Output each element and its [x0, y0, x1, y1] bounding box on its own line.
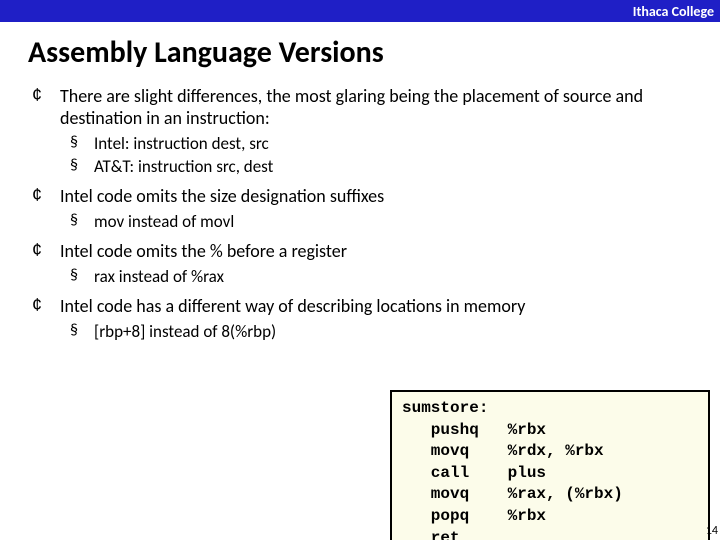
bullet-1: Intel code omits the size designation su… — [28, 185, 700, 232]
code-box: sumstore: pushq %rbx movq %rdx, %rbx cal… — [390, 390, 710, 540]
slide-content: There are slight differences, the most g… — [28, 85, 700, 350]
bullet-0-sub-1: AT&T: instruction src, dest — [70, 156, 700, 177]
slide-title: Assembly Language Versions — [28, 34, 720, 71]
bullet-2-sub-0: rax instead of %rax — [70, 266, 700, 287]
bullet-2-text: Intel code omits the % before a register — [60, 240, 347, 262]
page-number: 14 — [706, 524, 718, 538]
bullet-3-text: Intel code has a different way of descri… — [60, 295, 525, 317]
bullet-3-sub-0: [rbp+8] instead of 8(%rbp) — [70, 321, 700, 342]
institution-label: Ithaca College — [633, 3, 714, 20]
bullet-2: Intel code omits the % before a register… — [28, 240, 700, 287]
bullet-1-sub-0: mov instead of movl — [70, 211, 700, 232]
header-bar: Ithaca College — [0, 0, 720, 22]
bullet-0-text: There are slight differences, the most g… — [60, 85, 643, 129]
bullet-0: There are slight differences, the most g… — [28, 85, 700, 177]
bullet-1-text: Intel code omits the size designation su… — [60, 185, 384, 207]
bullet-3: Intel code has a different way of descri… — [28, 295, 700, 342]
bullet-0-sub-0: Intel: instruction dest, src — [70, 133, 700, 154]
